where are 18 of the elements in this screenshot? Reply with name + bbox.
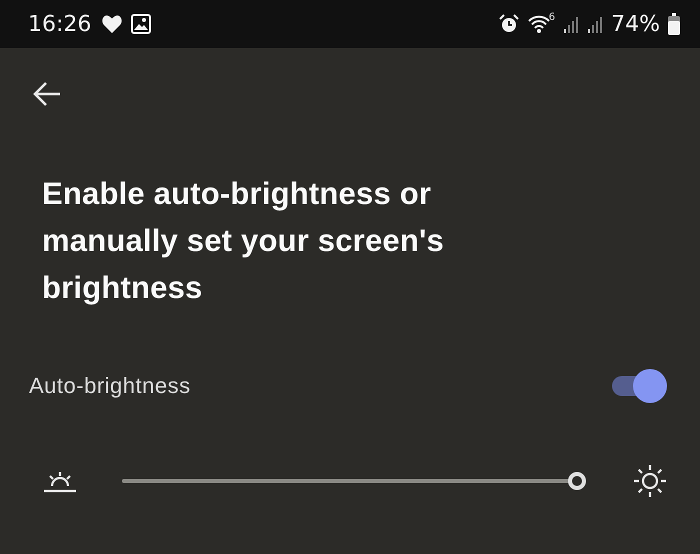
auto-brightness-label: Auto-brightness bbox=[29, 373, 191, 399]
battery-icon bbox=[668, 13, 680, 35]
wifi-icon bbox=[526, 14, 551, 34]
alarm-icon bbox=[498, 14, 519, 34]
heart-icon bbox=[101, 14, 124, 34]
page-title: Enable auto-brightness or manually set your screen's brightness bbox=[42, 175, 445, 307]
signal-icon bbox=[563, 15, 580, 33]
sunrise-icon bbox=[42, 469, 78, 493]
battery-percent: 74% bbox=[611, 12, 660, 36]
wifi-standard-label: 6 bbox=[548, 12, 556, 22]
signal-icon bbox=[587, 15, 604, 33]
brightness-slider[interactable] bbox=[122, 472, 586, 490]
status-time: 16:26 bbox=[28, 12, 92, 36]
image-icon bbox=[131, 14, 152, 34]
back-arrow-icon bbox=[32, 81, 62, 107]
auto-brightness-toggle[interactable] bbox=[612, 369, 668, 403]
slider-thumb[interactable] bbox=[568, 472, 586, 490]
sun-icon bbox=[632, 463, 668, 499]
